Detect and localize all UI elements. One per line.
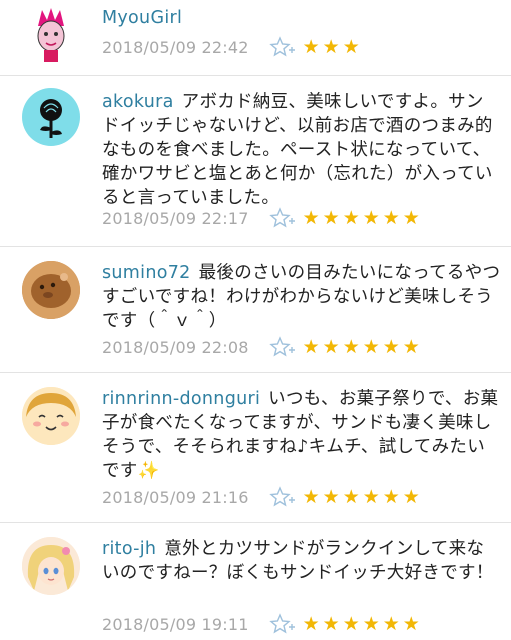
round-animal-photo-icon xyxy=(22,261,80,319)
avatar[interactable] xyxy=(22,387,80,445)
rating-stars: ★★★★★★ xyxy=(302,336,423,358)
avatar[interactable] xyxy=(22,88,80,146)
anime-girl-icon xyxy=(22,537,80,595)
add-star-icon[interactable] xyxy=(268,36,295,58)
rating-stars: ★★★★★★ xyxy=(302,486,423,508)
comment-item: sumino72 最後のさいの目みたいになってるやつすごいですね！わけがわからない… xyxy=(0,247,511,373)
comment-username[interactable]: sumino72 xyxy=(102,263,191,283)
rating-stars: ★★★ xyxy=(302,36,363,58)
comment-date: 2018/05/09 22:08 xyxy=(102,337,249,357)
avatar[interactable] xyxy=(22,261,80,319)
comment-username[interactable]: akokura xyxy=(102,92,174,112)
add-star-icon[interactable] xyxy=(268,336,295,358)
black-rose-icon xyxy=(40,99,62,138)
add-star-icon[interactable] xyxy=(268,207,295,229)
smiling-face-icon xyxy=(22,387,80,445)
comment-text: 意外とカツサンドがランクインして来ないのですねー？ぼくもサンドイッチ大好きです！ xyxy=(102,539,494,583)
comment-date: 2018/05/09 21:16 xyxy=(102,487,249,507)
comment-item: rito-jh 意外とカツサンドがランクインして来ないのですねー？ぼくもサンドイッ… xyxy=(0,523,511,640)
comment-username[interactable]: MyouGirl xyxy=(102,8,182,28)
avatar[interactable] xyxy=(22,6,80,64)
comment-date: 2018/05/09 22:42 xyxy=(102,37,249,57)
avatar[interactable] xyxy=(22,537,80,595)
rating-stars: ★★★★★★ xyxy=(302,613,423,635)
comment-username[interactable]: rito-jh xyxy=(102,539,156,559)
comment-username[interactable]: rinnrinn-donnguri xyxy=(102,389,260,409)
comment-item: rinnrinn-donnguri いつも、お菓子祭りで、お菓子が食べたくなってま… xyxy=(0,373,511,523)
comment-date: 2018/05/09 22:17 xyxy=(102,208,249,228)
comment-item: MyouGirl 2018/05/09 22:42 ★★★ xyxy=(0,0,511,76)
comment-item: akokura アボカド納豆、美味しいですよ。サンドイッチじゃないけど、以前お店で… xyxy=(0,76,511,247)
rating-stars: ★★★★★★ xyxy=(302,207,423,229)
comment-date: 2018/05/09 19:11 xyxy=(102,614,249,634)
add-star-icon[interactable] xyxy=(268,613,295,635)
add-star-icon[interactable] xyxy=(268,486,295,508)
pink-hair-girl-icon xyxy=(37,8,65,62)
